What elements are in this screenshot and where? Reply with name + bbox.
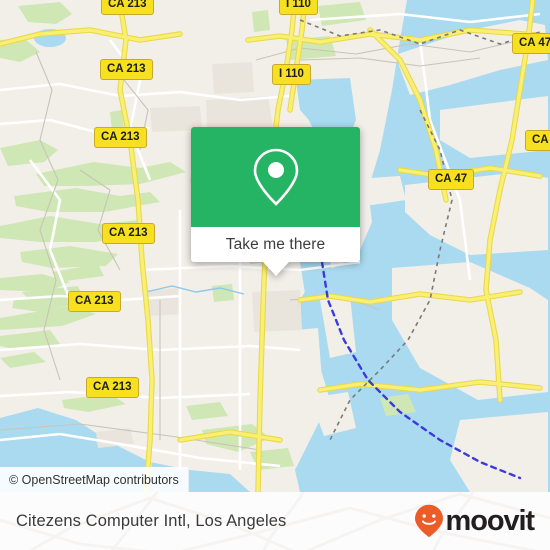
- place-title: Citezens Computer Intl, Los Angeles: [16, 511, 287, 530]
- road-shield[interactable]: CA 47: [428, 169, 475, 190]
- map-screenshot: CA 213 I 110 CA 213 I 110 CA 47 CA 213 C…: [0, 0, 550, 550]
- popup-body: Take me there: [191, 127, 360, 262]
- popup-pin-area: [191, 127, 360, 227]
- road-shield[interactable]: CA 213: [102, 223, 155, 244]
- osm-attribution[interactable]: © OpenStreetMap contributors: [0, 467, 189, 492]
- footer-bar: Citezens Computer Intl, Los Angeles moov…: [0, 492, 550, 550]
- road-shield[interactable]: CA 47: [512, 33, 550, 54]
- destination-popup[interactable]: Take me there: [191, 127, 360, 276]
- road-shield[interactable]: CA 4: [525, 130, 550, 151]
- road-shield[interactable]: I 110: [279, 0, 318, 15]
- take-me-there-button[interactable]: Take me there: [191, 227, 360, 262]
- road-shield[interactable]: CA 213: [86, 377, 139, 398]
- road-shield[interactable]: CA 213: [101, 0, 154, 15]
- moovit-wordmark: moovit: [445, 504, 536, 537]
- road-shield[interactable]: I 110: [272, 64, 311, 85]
- popup-arrow: [262, 262, 289, 276]
- road-shield[interactable]: CA 213: [94, 127, 147, 148]
- map-canvas[interactable]: CA 213 I 110 CA 213 I 110 CA 47 CA 213 C…: [0, 0, 550, 492]
- moovit-logo[interactable]: moovit: [414, 504, 536, 538]
- road-shield[interactable]: CA 213: [100, 59, 153, 80]
- osm-attribution-text: © OpenStreetMap contributors: [9, 472, 179, 487]
- moovit-pin-smiley-icon: [414, 504, 443, 538]
- map-pin-icon: [253, 148, 298, 206]
- road-shield[interactable]: CA 213: [68, 291, 121, 312]
